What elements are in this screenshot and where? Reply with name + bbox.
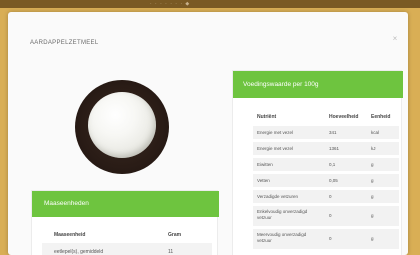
nutrition-cell-nutrient: Vetten bbox=[257, 177, 270, 183]
units-column-header-unit: Maaseenheid bbox=[54, 232, 86, 238]
nutrition-card-title: Voedingswaarde per 100g bbox=[243, 81, 319, 88]
nutrition-cell-amount: 0 bbox=[329, 213, 332, 218]
nutrition-cell-unit: kcal bbox=[371, 129, 380, 135]
nutrition-cell-nutrient: Energie met vezel bbox=[257, 129, 294, 135]
nutrition-cell-nutrient: Verzadigde vetzuren bbox=[257, 193, 299, 199]
table-row: Verzadigde vetzuren 0 g bbox=[253, 190, 399, 203]
nutrition-cell-amount: 0,1 bbox=[329, 161, 336, 167]
nutrition-cell-unit: g bbox=[371, 236, 374, 241]
nutrition-cell-amount: 0 bbox=[329, 193, 332, 199]
nutrition-cell-amount: 1361 bbox=[329, 145, 340, 151]
nutrition-cell-nutrient: Enkelvoudig onverzadigd vetzuur bbox=[257, 209, 308, 220]
close-icon[interactable]: × bbox=[390, 34, 400, 44]
product-detail-modal: AARDAPPELZETMEEL × Maaseenheden Maaseenh… bbox=[8, 12, 408, 255]
units-card-header: Maaseenheden bbox=[32, 191, 219, 217]
table-row: Energie met vezel 1361 kJ bbox=[253, 142, 399, 155]
nutrition-card: Voedingswaarde per 100g Nutriënt Hoeveel… bbox=[232, 70, 403, 255]
units-column-header-gram: Gram bbox=[168, 232, 182, 238]
nutrition-card-header: Voedingswaarde per 100g bbox=[233, 71, 403, 98]
nutrition-cell-nutrient: Energie met vezel bbox=[257, 145, 294, 151]
table-row: Enkelvoudig onverzadigd vetzuur 0 g bbox=[253, 206, 399, 226]
nutrition-cell-unit: kJ bbox=[371, 145, 376, 151]
nutrition-cell-nutrient: Meervoudig onverzadigd vetzuur bbox=[257, 232, 307, 243]
nutrition-cell-amount: 0 bbox=[329, 236, 332, 241]
table-row: Energie met vezel 341 kcal bbox=[253, 126, 399, 139]
product-image-starch bbox=[88, 92, 156, 158]
top-navigation-bar: · · · · · · · ◆ bbox=[0, 0, 420, 8]
nutrition-cell-unit: g bbox=[371, 213, 374, 218]
units-cell-unit: eetlepel(s), gemiddeld bbox=[54, 249, 104, 255]
nutrition-cell-nutrient: Eiwitten bbox=[257, 161, 273, 167]
table-row: Meervoudig onverzadigd vetzuur 0 g bbox=[253, 229, 399, 249]
nutrition-cell-amount: 0,05 bbox=[329, 177, 338, 183]
nutrition-column-header-nutrient: Nutriënt bbox=[257, 114, 277, 120]
nutrition-cell-unit: g bbox=[371, 177, 374, 183]
table-row: Eiwitten 0,1 g bbox=[253, 158, 399, 171]
units-card-title: Maaseenheden bbox=[44, 200, 89, 207]
nutrition-cell-unit: g bbox=[371, 193, 374, 199]
nutrition-cell-amount: 341 bbox=[329, 129, 337, 135]
units-cell-gram: 11 bbox=[168, 249, 174, 255]
modal-title: AARDAPPELZETMEEL bbox=[30, 40, 99, 46]
table-row: Vetten 0,05 g bbox=[253, 174, 399, 187]
nutrition-cell-unit: g bbox=[371, 161, 374, 167]
top-navigation-text: · · · · · · · ◆ bbox=[150, 1, 191, 7]
nutrition-column-header-unit: Eenheid bbox=[371, 114, 391, 120]
nutrition-column-header-amount: Hoeveelheid bbox=[329, 114, 359, 120]
units-card: Maaseenheden Maaseenheid Gram eetlepel(s… bbox=[31, 190, 219, 255]
